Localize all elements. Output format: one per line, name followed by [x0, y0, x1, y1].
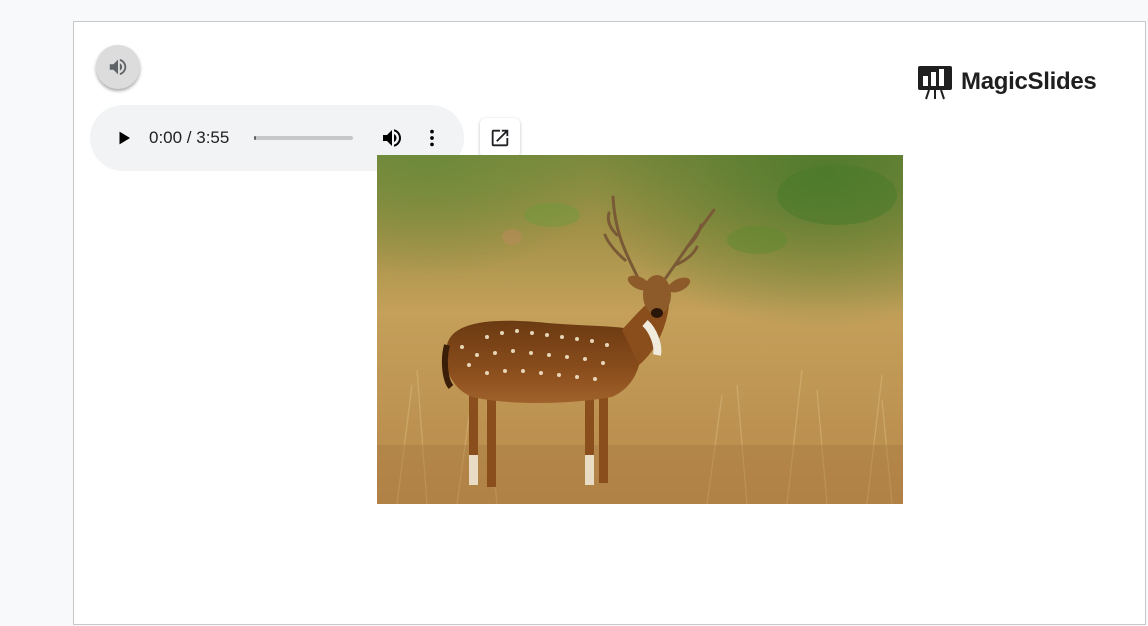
play-icon: [119, 131, 130, 145]
speaker-button[interactable]: [96, 45, 140, 89]
volume-up-icon: [109, 58, 127, 76]
magicslides-logo: MagicSlides: [917, 64, 1097, 100]
deer-photo: [377, 155, 903, 504]
seek-slider[interactable]: [254, 136, 353, 140]
volume-icon: [383, 129, 401, 147]
more-options-button[interactable]: [421, 126, 443, 150]
more-vert-icon: [430, 129, 434, 147]
play-button[interactable]: [112, 126, 136, 150]
time-display: 0:00 / 3:55: [149, 128, 230, 147]
open-in-new-icon: [491, 129, 509, 147]
presentation-board-icon: [918, 66, 952, 100]
volume-button[interactable]: [380, 126, 404, 150]
open-in-new-button[interactable]: [480, 118, 520, 158]
seek-progress: [254, 136, 256, 140]
logo-text: MagicSlides: [961, 68, 1097, 95]
